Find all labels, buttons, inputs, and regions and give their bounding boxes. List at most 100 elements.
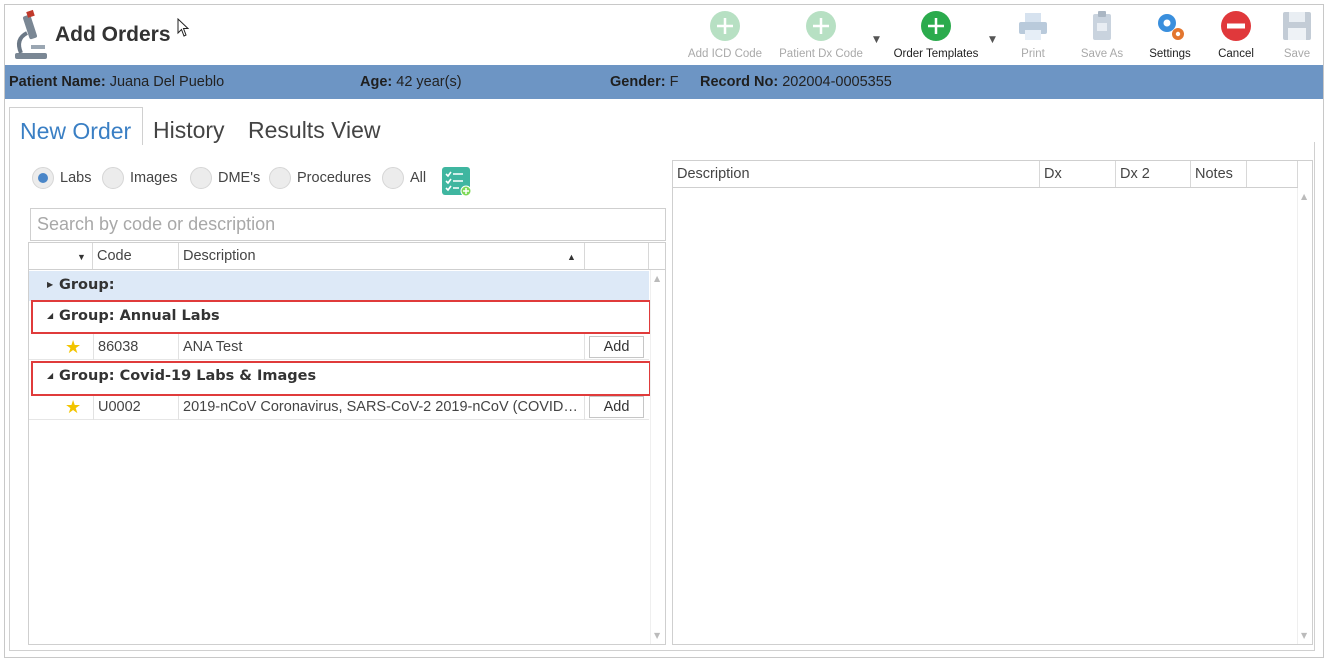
patient-record-value: 202004-0005355 — [782, 74, 892, 90]
add-button[interactable]: Add — [589, 336, 644, 358]
patient-gender-value: F — [669, 74, 679, 90]
radio-images[interactable]: Images — [102, 167, 178, 189]
group-label: Group: Covid-19 Labs & Images — [59, 368, 317, 384]
scroll-up-icon[interactable]: ▲ — [1301, 192, 1307, 201]
add-orders-window: Add Orders Add ICD Code Patient Dx Code … — [4, 4, 1324, 658]
radio-circle — [382, 167, 404, 189]
chevron-down-icon[interactable]: ▼ — [989, 35, 996, 45]
patient-record-label: Record No: — [700, 74, 779, 90]
print-button[interactable]: Print — [1009, 9, 1057, 63]
dx-column-header[interactable]: Dx — [1040, 161, 1116, 187]
printer-icon — [1019, 13, 1047, 40]
page-title: Add Orders — [55, 23, 171, 46]
cancel-button[interactable]: Cancel — [1211, 9, 1261, 63]
group-label: Group: — [59, 277, 115, 293]
cancel-icon — [1221, 11, 1251, 41]
tab-results-view[interactable]: Results View — [238, 107, 391, 145]
patient-info-bar: Patient Name: Juana Del Pueblo Age: 42 y… — [5, 65, 1323, 99]
group-label: Group: Annual Labs — [59, 308, 220, 324]
notes-column-header[interactable]: Notes — [1191, 161, 1247, 187]
patient-age-value: 42 year(s) — [396, 74, 462, 90]
tab-strip: New Order History Results View — [5, 99, 1323, 145]
patient-gender-label: Gender: — [610, 74, 666, 90]
patient-dx-code-button[interactable]: Patient Dx Code — [775, 9, 867, 63]
radio-procedures[interactable]: Procedures — [269, 167, 371, 189]
radio-selected-dot — [38, 173, 48, 183]
add-button[interactable]: Add — [589, 396, 644, 418]
checklist-add-icon[interactable] — [442, 167, 472, 197]
radio-all-label: All — [410, 170, 427, 186]
code-cell: 86038 — [93, 334, 179, 360]
microscope-icon — [15, 9, 47, 59]
cancel-label: Cancel — [1218, 48, 1254, 60]
expand-caret-icon: ▶ — [47, 280, 54, 289]
radio-dmes[interactable]: DME's — [190, 167, 260, 189]
radio-images-label: Images — [130, 170, 178, 186]
table-row[interactable]: ★ 86038 ANA Test Add — [29, 334, 649, 360]
search-input[interactable] — [30, 208, 666, 241]
collapse-caret-icon: ◢ — [47, 371, 54, 380]
chevron-down-icon[interactable]: ▼ — [873, 35, 880, 45]
selected-orders-grid: Description Dx Dx 2 Notes ▲ ▼ — [672, 160, 1313, 645]
save-as-label: Save As — [1080, 48, 1124, 60]
group-row[interactable]: ◢ Group: Annual Labs — [29, 302, 649, 332]
add-circle-icon — [806, 11, 836, 41]
radio-circle — [190, 167, 212, 189]
code-column-header[interactable]: Code — [93, 243, 179, 269]
star-icon[interactable]: ★ — [65, 397, 81, 418]
save-label: Save — [1283, 48, 1311, 60]
group-column-header[interactable]: ▼ — [29, 243, 93, 269]
radio-circle — [102, 167, 124, 189]
order-templates-label: Order Templates — [893, 48, 979, 60]
grid-header: Description Dx Dx 2 Notes — [673, 161, 1298, 188]
radio-labs-label: Labs — [60, 170, 92, 186]
patient-gender: Gender: F — [610, 74, 678, 90]
patient-dx-code-label: Patient Dx Code — [779, 48, 863, 60]
add-icd-code-button[interactable]: Add ICD Code — [685, 9, 765, 63]
gear-icon — [1158, 14, 1184, 40]
tab-new-order[interactable]: New Order — [9, 107, 143, 145]
order-templates-button[interactable]: Order Templates — [887, 9, 985, 63]
floppy-disk-icon — [1283, 12, 1311, 40]
table-row[interactable]: ★ U0002 2019-nCoV Coronavirus, SARS-CoV-… — [29, 394, 649, 420]
save-button[interactable]: Save — [1277, 9, 1317, 63]
code-cell: U0002 — [93, 394, 179, 420]
patient-age: Age: 42 year(s) — [360, 74, 462, 90]
tab-history[interactable]: History — [143, 107, 235, 145]
patient-name-value: Juana Del Pueblo — [109, 74, 225, 90]
vertical-scrollbar[interactable]: ▲ ▼ — [1297, 188, 1312, 644]
save-as-button[interactable]: Save As — [1075, 9, 1129, 63]
patient-name-label: Patient Name: — [9, 74, 106, 90]
radio-all[interactable]: All — [382, 167, 426, 189]
description-column-header[interactable]: Description ▲ — [179, 243, 585, 269]
dx2-column-header[interactable]: Dx 2 — [1116, 161, 1191, 187]
settings-label: Settings — [1149, 48, 1191, 60]
mouse-cursor-icon — [177, 18, 190, 37]
add-circle-icon — [921, 11, 951, 41]
description-cell: ANA Test — [179, 334, 585, 360]
action-column-header — [585, 243, 649, 269]
description-column-label: Description — [183, 248, 256, 264]
scroll-up-icon[interactable]: ▲ — [654, 274, 660, 283]
vertical-scrollbar[interactable]: ▲ ▼ — [650, 270, 665, 644]
scroll-down-icon[interactable]: ▼ — [654, 631, 660, 640]
collapse-caret-icon: ◢ — [47, 311, 54, 320]
chevron-down-icon: ▼ — [77, 252, 86, 262]
radio-labs[interactable]: Labs — [32, 167, 91, 189]
settings-button[interactable]: Settings — [1143, 9, 1197, 63]
patient-age-label: Age: — [360, 74, 393, 90]
radio-circle — [32, 167, 54, 189]
group-row[interactable]: ▶ Group: — [29, 271, 649, 301]
grid-header: ▼ Code Description ▲ — [29, 243, 665, 270]
radio-dmes-label: DME's — [218, 170, 261, 186]
star-icon[interactable]: ★ — [65, 337, 81, 358]
clipboard-icon — [1093, 11, 1111, 40]
extra-column-header — [1247, 161, 1298, 187]
scroll-down-icon[interactable]: ▼ — [1301, 631, 1307, 640]
radio-circle — [269, 167, 291, 189]
description-column-header[interactable]: Description — [673, 161, 1040, 187]
sort-ascending-icon: ▲ — [567, 252, 576, 262]
group-row[interactable]: ◢ Group: Covid-19 Labs & Images — [29, 362, 649, 392]
title-bar: Add Orders Add ICD Code Patient Dx Code … — [5, 5, 1323, 65]
order-catalog-grid: ▼ Code Description ▲ ▶ Group: ◢ Group: A… — [28, 242, 666, 645]
